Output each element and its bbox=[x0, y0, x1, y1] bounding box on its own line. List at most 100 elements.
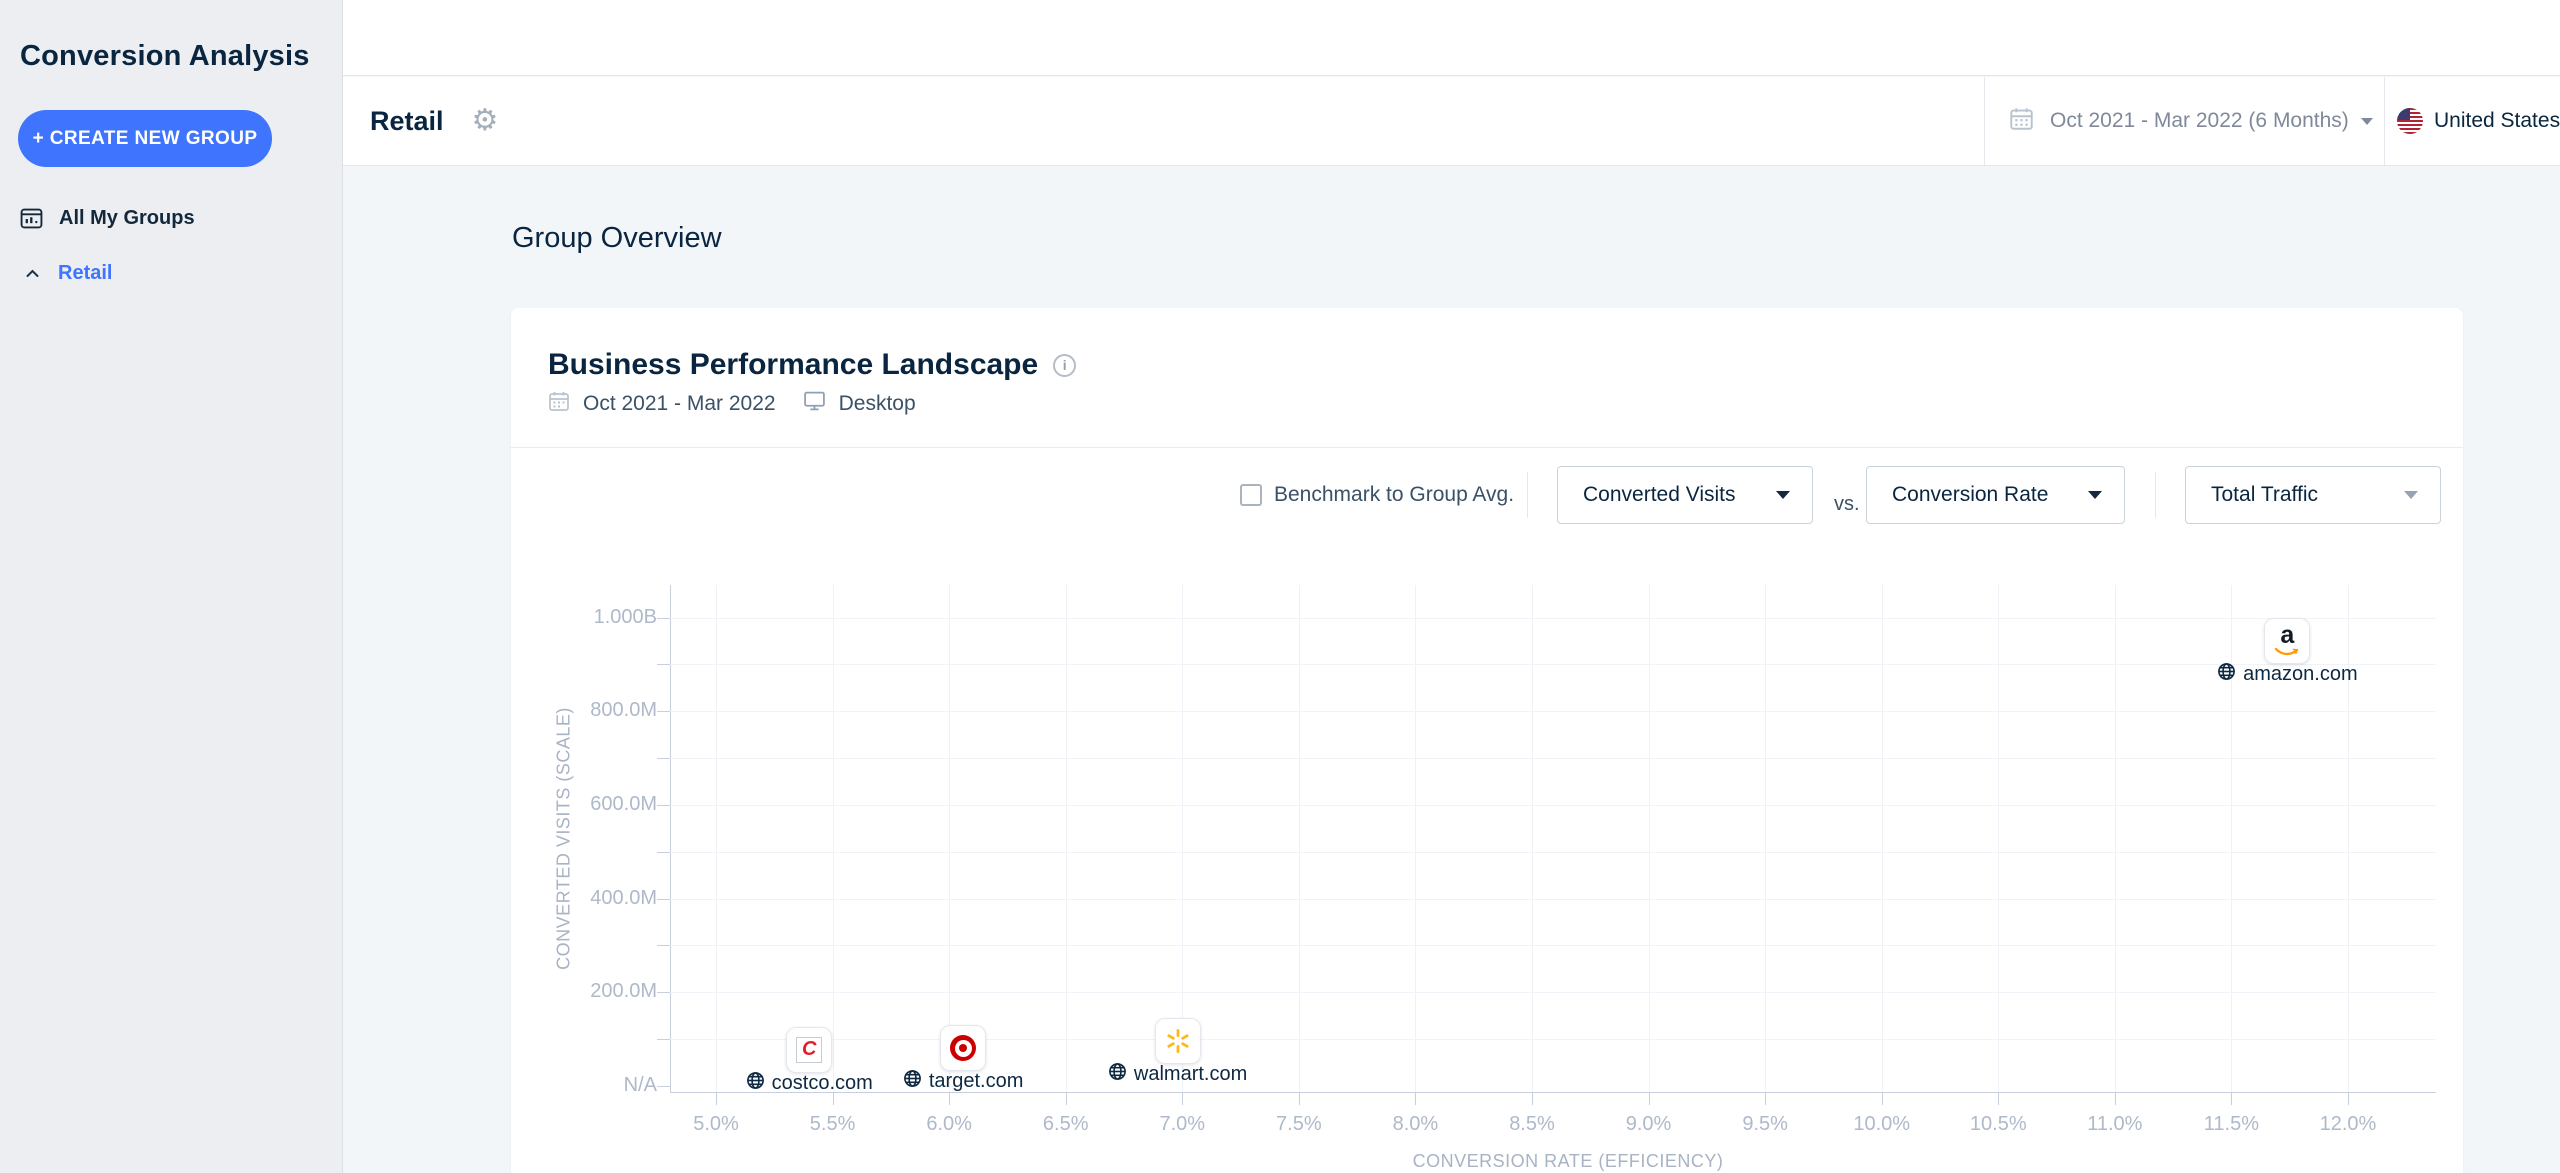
date-range-picker[interactable]: Oct 2021 - Mar 2022 (6 Months) bbox=[1984, 77, 2384, 165]
sidebar-item-retail[interactable]: Retail bbox=[0, 251, 343, 295]
x-tick bbox=[1182, 1093, 1184, 1105]
y-gridline bbox=[670, 945, 2436, 947]
y-tick-label: 600.0M bbox=[590, 792, 657, 815]
x-tick-label: 5.0% bbox=[693, 1113, 739, 1135]
y-tick bbox=[657, 851, 670, 853]
chart-controls: Benchmark to Group Avg. Converted Visits… bbox=[511, 447, 2463, 557]
y-tick bbox=[657, 804, 670, 806]
x-gridline bbox=[1182, 585, 1184, 1092]
chevron-up-icon[interactable] bbox=[26, 269, 39, 278]
x-metric-dropdown[interactable]: Conversion Rate bbox=[1866, 466, 2125, 524]
globe-icon bbox=[2217, 662, 2236, 687]
page-title: Group Overview bbox=[512, 222, 722, 254]
x-tick bbox=[949, 1093, 951, 1105]
y-tick bbox=[657, 711, 670, 713]
y-metric-dropdown[interactable]: Converted Visits bbox=[1557, 466, 1813, 524]
calendar-icon bbox=[548, 390, 570, 418]
country-selector[interactable]: United States bbox=[2384, 77, 2560, 165]
sidebar-item-all-my-groups[interactable]: All My Groups bbox=[0, 196, 343, 240]
x-tick bbox=[1065, 1093, 1067, 1105]
chart-point-amazon.com[interactable]: a bbox=[2264, 617, 2311, 664]
us-flag-icon bbox=[2397, 108, 2423, 134]
date-range-value: Oct 2021 - Mar 2022 (6 Months) bbox=[2050, 109, 2349, 132]
caret-down-icon bbox=[1776, 491, 1790, 499]
x-gridline bbox=[1065, 585, 1067, 1092]
y-gridline bbox=[670, 711, 2436, 713]
y-metric-value: Converted Visits bbox=[1583, 483, 1736, 506]
x-tick-label: 10.0% bbox=[1853, 1113, 1911, 1135]
chart-point-label-target.com[interactable]: target.com bbox=[853, 1069, 1073, 1094]
x-gridline bbox=[1881, 585, 1883, 1092]
y-gridline bbox=[670, 617, 2436, 619]
x-tick bbox=[1998, 1093, 2000, 1105]
calendar-icon bbox=[2009, 106, 2034, 136]
create-new-group-button[interactable]: + CREATE NEW GROUP bbox=[18, 110, 272, 167]
y-tick-label: 400.0M bbox=[590, 886, 657, 909]
x-tick-label: 6.0% bbox=[926, 1113, 972, 1135]
group-header-bar: Retail ⚙ Oct 2021 - Mar 2022 (6 Months) bbox=[343, 77, 2560, 166]
y-axis-line bbox=[670, 585, 671, 1093]
info-icon[interactable]: i bbox=[1053, 353, 1077, 377]
x-gridline bbox=[1648, 585, 1650, 1092]
group-name: Retail bbox=[370, 105, 444, 136]
x-gridline bbox=[832, 585, 834, 1092]
chart-point-walmart.com[interactable] bbox=[1154, 1018, 1201, 1065]
y-gridline bbox=[670, 851, 2436, 853]
x-tick-label: 5.5% bbox=[809, 1113, 856, 1135]
top-menu-bar bbox=[343, 0, 2560, 76]
domain-label: target.com bbox=[928, 1070, 1024, 1093]
business-performance-card: Business Performance Landscape i Oct 202… bbox=[511, 308, 2463, 1173]
y-gridline bbox=[670, 758, 2436, 760]
desktop-monitor-icon bbox=[803, 389, 826, 418]
y-tick bbox=[657, 664, 670, 666]
y-tick-label: 1.000B bbox=[593, 605, 657, 628]
y-gridline bbox=[670, 1039, 2436, 1041]
divider bbox=[2155, 472, 2156, 518]
caret-down-icon bbox=[2404, 491, 2418, 499]
x-gridline bbox=[1765, 585, 1767, 1092]
y-tick-label: N/A bbox=[623, 1074, 657, 1096]
x-tick-label: 11.0% bbox=[2087, 1113, 2143, 1135]
chart-point-label-walmart.com[interactable]: walmart.com bbox=[1068, 1062, 1288, 1087]
x-gridline bbox=[716, 585, 717, 1092]
sidebar: Conversion Analysis + CREATE NEW GROUP A… bbox=[0, 0, 343, 1173]
y-tick bbox=[657, 758, 670, 760]
sidebar-item-label: All My Groups bbox=[59, 206, 195, 229]
card-date-range: Oct 2021 - Mar 2022 bbox=[583, 391, 776, 415]
x-tick-label: 9.5% bbox=[1742, 1113, 1788, 1135]
x-gridline bbox=[1415, 585, 1417, 1092]
domain-label: amazon.com bbox=[2243, 662, 2358, 685]
x-tick-label: 7.0% bbox=[1159, 1113, 1206, 1135]
group-title-block: Retail ⚙ bbox=[370, 77, 498, 165]
chart-point-costco.com[interactable]: C bbox=[786, 1026, 833, 1073]
y-gridline bbox=[670, 898, 2436, 900]
benchmark-checkbox[interactable] bbox=[1240, 484, 1262, 506]
card-title: Business Performance Landscape bbox=[548, 348, 1039, 381]
x-tick-label: 6.5% bbox=[1042, 1113, 1089, 1135]
x-tick-label: 12.0% bbox=[2319, 1113, 2377, 1135]
x-gridline bbox=[2114, 585, 2116, 1092]
x-tick bbox=[1648, 1093, 1650, 1105]
chart-point-label-amazon.com[interactable]: amazon.com bbox=[2177, 662, 2397, 687]
x-tick bbox=[2114, 1093, 2116, 1105]
y-tick bbox=[657, 617, 670, 619]
x-metric-value: Conversion Rate bbox=[1892, 483, 2049, 506]
benchmark-label[interactable]: Benchmark to Group Avg. bbox=[1274, 483, 1514, 507]
x-tick bbox=[1765, 1093, 1767, 1105]
x-tick-label: 8.0% bbox=[1392, 1113, 1439, 1135]
y-tick-label: 200.0M bbox=[590, 980, 657, 1003]
divider bbox=[1527, 472, 1528, 518]
y-tick bbox=[657, 945, 670, 947]
card-subtitle: Oct 2021 - Mar 2022 Desktop bbox=[548, 389, 916, 418]
y-gridline bbox=[670, 664, 2436, 666]
globe-icon bbox=[1108, 1062, 1127, 1087]
chart-point-target.com[interactable] bbox=[940, 1025, 987, 1072]
gear-icon[interactable]: ⚙ bbox=[472, 106, 499, 136]
x-tick bbox=[2347, 1093, 2349, 1105]
domain-label: walmart.com bbox=[1133, 1063, 1248, 1086]
x-tick-label: 9.0% bbox=[1625, 1113, 1672, 1135]
y-tick bbox=[657, 992, 670, 994]
bubble-metric-dropdown[interactable]: Total Traffic bbox=[2185, 466, 2441, 524]
globe-icon bbox=[903, 1069, 922, 1094]
x-gridline bbox=[1531, 585, 1533, 1092]
